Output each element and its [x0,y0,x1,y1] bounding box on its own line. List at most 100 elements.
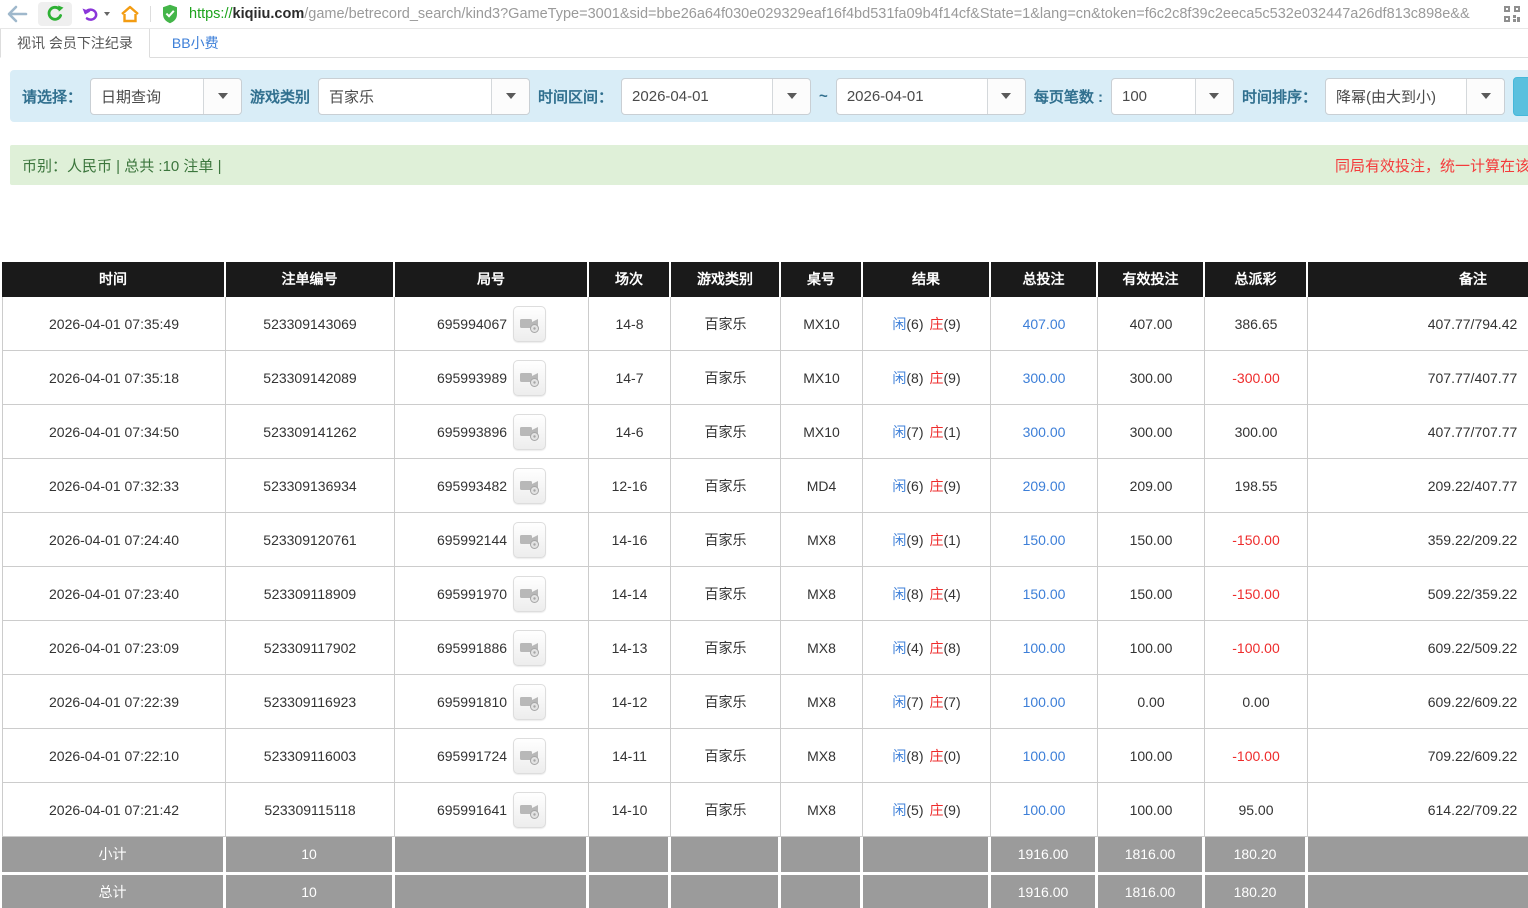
table-row: 2026-04-01 07:35:49523309143069695994067… [2,297,1528,351]
cell-table-no: MX8 [781,783,863,837]
chevron-down-icon[interactable] [203,79,241,114]
cell-table-no: MX8 [781,567,863,621]
cell-total-bet[interactable]: 209.00 [991,459,1098,513]
undo-dropdown-icon[interactable] [104,12,110,16]
cell-round: 695991724 [395,729,589,783]
cell-remark: 509.22/359.22 [1308,567,1528,621]
undo-icon[interactable] [82,2,110,26]
date-to-value: 2026-04-01 [837,79,987,114]
video-icon[interactable] [513,738,546,774]
cell-bet-id: 523309116923 [226,675,395,729]
video-icon[interactable] [513,468,546,504]
query-type-select[interactable]: 日期查询 [90,78,242,115]
sort-select[interactable]: 降幂(由大到小) [1325,78,1505,115]
game-type-select[interactable]: 百家乐 [318,78,530,115]
cell-result: 闲(5)庄(9) [863,783,991,837]
footer-value [395,837,589,872]
cell-bet-id: 523309136934 [226,459,395,513]
result-player: 闲(4) [892,638,923,658]
per-page-label: 每页笔数 : [1034,86,1103,107]
result-banker: 庄(7) [930,692,961,712]
table-row: 2026-04-01 07:24:40523309120761695992144… [2,513,1528,567]
video-icon[interactable] [513,576,546,612]
cell-game-type: 百家乐 [671,297,781,351]
round-number: 695993989 [437,370,507,386]
column-header: 桌号 [781,262,863,297]
cell-result: 闲(8)庄(9) [863,351,991,405]
per-page-select[interactable]: 100 [1111,78,1234,115]
browser-toolbar: https://kiqiiu.com/game/betrecord_search… [0,0,1528,29]
video-icon[interactable] [513,414,546,450]
cell-session: 14-14 [589,567,671,621]
cell-total-bet[interactable]: 100.00 [991,783,1098,837]
date-to-select[interactable]: 2026-04-01 [836,78,1026,115]
footer-value [1308,837,1528,872]
back-icon[interactable] [6,2,28,26]
cell-total-bet[interactable]: 100.00 [991,675,1098,729]
cell-total-bet[interactable]: 150.00 [991,567,1098,621]
security-shield-icon[interactable] [161,2,179,26]
search-button[interactable]: 查询 [1513,77,1528,116]
video-icon[interactable] [513,630,546,666]
tab-bb-tip[interactable]: BB小费 [156,29,235,57]
cell-total-bet[interactable]: 300.00 [991,405,1098,459]
footer-value [589,875,671,908]
cell-time: 2026-04-01 07:23:09 [2,621,226,675]
chevron-down-icon[interactable] [772,79,810,114]
table-row: 2026-04-01 07:34:50523309141262695993896… [2,405,1528,459]
cell-valid-bet: 407.00 [1098,297,1205,351]
cell-valid-bet: 100.00 [1098,621,1205,675]
table-row: 2026-04-01 07:32:33523309136934695993482… [2,459,1528,513]
footer-value: 1816.00 [1098,837,1205,872]
chevron-down-icon[interactable] [1195,79,1233,114]
round-number: 695992144 [437,532,507,548]
cell-total-bet[interactable]: 100.00 [991,621,1098,675]
date-from-select[interactable]: 2026-04-01 [621,78,811,115]
cell-total-bet[interactable]: 100.00 [991,729,1098,783]
cell-game-type: 百家乐 [671,459,781,513]
cell-round: 695993989 [395,351,589,405]
cell-total-bet[interactable]: 300.00 [991,351,1098,405]
chevron-down-icon[interactable] [1466,79,1504,114]
cell-bet-id: 523309117902 [226,621,395,675]
cell-valid-bet: 100.00 [1098,729,1205,783]
cell-remark: 609.22/609.22 [1308,675,1528,729]
result-player: 闲(9) [892,530,923,550]
video-icon[interactable] [513,306,546,342]
cell-remark: 407.77/794.42 [1308,297,1528,351]
address-bar[interactable]: https://kiqiiu.com/game/betrecord_search… [189,6,1488,22]
cell-remark: 614.22/709.22 [1308,783,1528,837]
cell-game-type: 百家乐 [671,729,781,783]
result-player: 闲(7) [892,692,923,712]
video-icon[interactable] [513,792,546,828]
video-icon[interactable] [513,684,546,720]
cell-payout: -100.00 [1205,729,1308,783]
footer-value: 10 [226,837,395,872]
home-icon[interactable] [120,2,140,26]
video-icon[interactable] [513,360,546,396]
refresh-icon[interactable] [38,2,72,26]
footer-value [671,837,781,872]
qr-code-icon[interactable] [1504,6,1520,22]
chevron-down-icon[interactable] [491,79,529,114]
tab-betrecord[interactable]: 视讯 会员下注纪录 [0,29,150,58]
cell-remark: 707.77/407.77 [1308,351,1528,405]
chevron-down-icon[interactable] [987,79,1025,114]
date-from-value: 2026-04-01 [622,79,772,114]
time-range-label: 时间区间： [538,86,613,107]
cell-game-type: 百家乐 [671,513,781,567]
cell-total-bet[interactable]: 150.00 [991,513,1098,567]
cell-session: 12-16 [589,459,671,513]
cell-total-bet[interactable]: 407.00 [991,297,1098,351]
cell-round: 695994067 [395,297,589,351]
cell-bet-id: 523309116003 [226,729,395,783]
round-number: 695991641 [437,802,507,818]
column-header: 时间 [2,262,226,297]
cell-remark: 609.22/509.22 [1308,621,1528,675]
column-header: 结果 [863,262,991,297]
cell-table-no: MX10 [781,297,863,351]
video-icon[interactable] [513,522,546,558]
cell-bet-id: 523309115118 [226,783,395,837]
cell-result: 闲(6)庄(9) [863,459,991,513]
cell-bet-id: 523309142089 [226,351,395,405]
